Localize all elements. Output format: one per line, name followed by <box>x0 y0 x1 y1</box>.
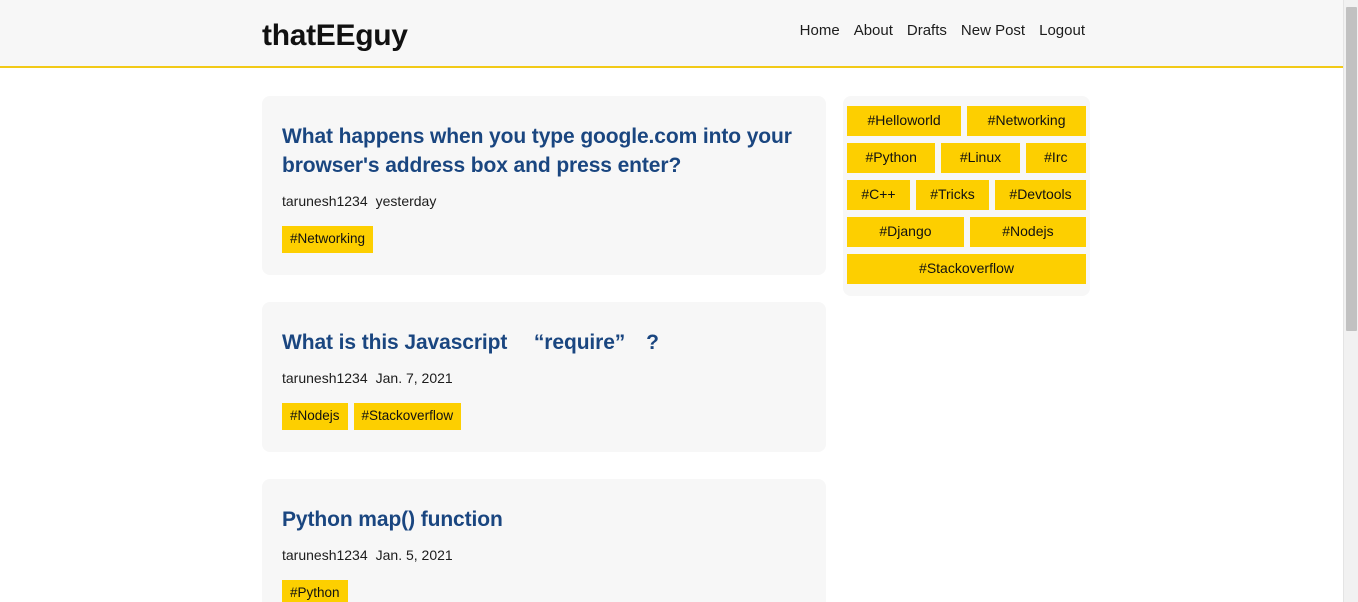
post-meta: tarunesh1234 Jan. 7, 2021 <box>282 368 806 388</box>
post-tag-list: #Nodejs #Stackoverflow <box>282 403 806 430</box>
nav-home[interactable]: Home <box>800 21 840 41</box>
page-viewport: thatEEguy Home About Drafts New Post Log… <box>0 0 1358 602</box>
post-card[interactable]: What is this Javascript “require” ? taru… <box>262 302 826 452</box>
nav-about[interactable]: About <box>854 21 893 41</box>
post-list: What happens when you type google.com in… <box>262 96 826 602</box>
post-tag[interactable]: #Nodejs <box>282 403 348 430</box>
sidebar-tag-tricks[interactable]: #Tricks <box>915 180 990 210</box>
scrollbar-thumb[interactable] <box>1346 7 1357 331</box>
post-author: tarunesh1234 <box>282 370 368 386</box>
post-tag-list: #Python <box>282 580 806 602</box>
sidebar-tag-python[interactable]: #Python <box>847 143 936 173</box>
tag-cloud: #Helloworld #Networking #Python #Linux #… <box>847 106 1087 284</box>
nav-new-post[interactable]: New Post <box>961 21 1025 41</box>
post-tag[interactable]: #Stackoverflow <box>353 403 462 430</box>
sidebar-tag-helloworld[interactable]: #Helloworld <box>847 106 962 136</box>
post-card[interactable]: Python map() function tarunesh1234 Jan. 5… <box>262 479 826 602</box>
post-card[interactable]: What happens when you type google.com in… <box>262 96 826 275</box>
sidebar-tag-devtools[interactable]: #Devtools <box>995 180 1086 210</box>
nav-drafts[interactable]: Drafts <box>907 21 947 41</box>
post-tag-list: #Networking <box>282 226 806 253</box>
sidebar-tag-cpp[interactable]: #C++ <box>847 180 910 210</box>
sidebar-tag-django[interactable]: #Django <box>847 217 964 247</box>
post-tag[interactable]: #Python <box>282 580 348 602</box>
sidebar-tag-stackoverflow[interactable]: #Stackoverflow <box>847 254 1086 284</box>
main-navigation: Home About Drafts New Post Logout <box>800 21 1085 41</box>
post-meta: tarunesh1234 Jan. 5, 2021 <box>282 545 806 565</box>
sidebar-tag-linux[interactable]: #Linux <box>941 143 1020 173</box>
post-date: yesterday <box>375 193 437 209</box>
post-title-link[interactable]: Python map() function <box>282 505 806 534</box>
sidebar-tag-irc[interactable]: #Irc <box>1025 143 1086 173</box>
main-content: What happens when you type google.com in… <box>0 70 1343 602</box>
post-meta: tarunesh1234 yesterday <box>282 191 806 211</box>
nav-logout[interactable]: Logout <box>1039 21 1085 41</box>
post-date: Jan. 5, 2021 <box>375 547 453 563</box>
post-title-link[interactable]: What happens when you type google.com in… <box>282 122 806 180</box>
tag-sidebar: #Helloworld #Networking #Python #Linux #… <box>843 96 1090 296</box>
post-date: Jan. 7, 2021 <box>375 370 453 386</box>
post-title-link[interactable]: What is this Javascript “require” ? <box>282 328 806 357</box>
site-header: thatEEguy Home About Drafts New Post Log… <box>0 0 1343 68</box>
post-author: tarunesh1234 <box>282 193 368 209</box>
post-tag[interactable]: #Networking <box>282 226 374 253</box>
vertical-scrollbar[interactable] <box>1343 0 1358 602</box>
sidebar-tag-nodejs[interactable]: #Nodejs <box>969 217 1086 247</box>
post-author: tarunesh1234 <box>282 547 368 563</box>
sidebar-tag-networking[interactable]: #Networking <box>967 106 1087 136</box>
site-logo[interactable]: thatEEguy <box>262 18 408 54</box>
